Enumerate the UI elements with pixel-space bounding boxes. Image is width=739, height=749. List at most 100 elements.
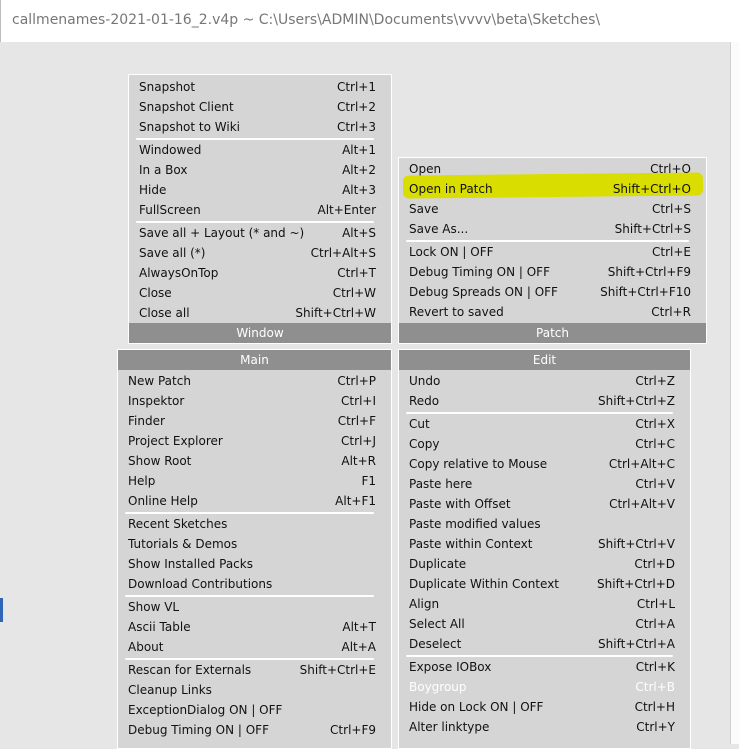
menu-item-label: Debug Timing ON | OFF xyxy=(128,723,269,737)
menu-item-copy[interactable]: Copy Ctrl+C xyxy=(399,434,690,454)
menu-item-about[interactable]: About Alt+A xyxy=(118,637,391,657)
main-menu-title[interactable]: Main xyxy=(118,350,391,370)
background-window-sliver xyxy=(0,598,3,622)
menu-item-shortcut: Ctrl+Alt+S xyxy=(310,246,376,260)
menu-item-shortcut: Shift+Ctrl+D xyxy=(597,577,675,591)
menu-item-duplicate[interactable]: Duplicate Ctrl+D xyxy=(399,554,690,574)
menu-item-label: Cleanup Links xyxy=(128,683,212,697)
menu-item-new-patch[interactable]: New Patch Ctrl+P xyxy=(118,371,391,391)
menu-item-recent-sketches[interactable]: Recent Sketches xyxy=(118,514,391,534)
menu-item-shortcut: Ctrl+I xyxy=(341,394,376,408)
menu-item-windowed[interactable]: Windowed Alt+1 xyxy=(129,140,391,160)
menu-item-duplicate-context[interactable]: Duplicate Within Context Shift+Ctrl+D xyxy=(399,574,690,594)
menu-item-revert[interactable]: Revert to saved Ctrl+R xyxy=(399,302,706,322)
menu-item-shortcut: Ctrl+J xyxy=(341,434,376,448)
menu-item-download-contributions[interactable]: Download Contributions xyxy=(118,574,391,594)
menu-item-debug-timing[interactable]: Debug Timing ON | OFF Shift+Ctrl+F9 xyxy=(399,262,706,282)
menu-item-help[interactable]: Help F1 xyxy=(118,471,391,491)
menu-item-shortcut: Ctrl+W xyxy=(332,286,376,300)
menu-item-snapshot[interactable]: Snapshot Ctrl+1 xyxy=(129,77,391,97)
menu-item-align[interactable]: Align Ctrl+L xyxy=(399,594,690,614)
menu-item-finder[interactable]: Finder Ctrl+F xyxy=(118,411,391,431)
menu-item-shortcut: Ctrl+X xyxy=(635,417,675,431)
menu-item-label: Open xyxy=(409,162,442,176)
menu-item-undo[interactable]: Undo Ctrl+Z xyxy=(399,371,690,391)
menu-item-label: Snapshot to Wiki xyxy=(139,120,240,134)
menu-item-label: ExceptionDialog ON | OFF xyxy=(128,703,283,717)
menu-item-select-all[interactable]: Select All Ctrl+A xyxy=(399,614,690,634)
menu-item-shortcut: Ctrl+3 xyxy=(336,120,376,134)
menu-item-expose-iobox[interactable]: Expose IOBox Ctrl+K xyxy=(399,657,690,677)
menu-item-label: Online Help xyxy=(128,494,198,508)
menu-item-exception-dialog[interactable]: ExceptionDialog ON | OFF xyxy=(118,700,391,720)
menu-item-shortcut: Ctrl+C xyxy=(635,437,675,451)
menu-item-label: Snapshot Client xyxy=(139,100,234,114)
menu-item-label: Close all xyxy=(139,306,190,320)
menu-item-label: Paste within Context xyxy=(409,537,533,551)
menu-item-show-installed-packs[interactable]: Show Installed Packs xyxy=(118,554,391,574)
menu-item-redo[interactable]: Redo Shift+Ctrl+Z xyxy=(399,391,690,411)
menu-item-open-in-patch[interactable]: Open in Patch Shift+Ctrl+O xyxy=(399,179,706,199)
menu-item-lock[interactable]: Lock ON | OFF Ctrl+E xyxy=(399,242,706,262)
window-menu-title[interactable]: Window xyxy=(129,323,391,343)
menu-item-shortcut: Ctrl+Z xyxy=(635,374,675,388)
menu-item-cut[interactable]: Cut Ctrl+X xyxy=(399,414,690,434)
menu-item-label: Alter linktype xyxy=(409,720,490,734)
menu-item-paste-context[interactable]: Paste within Context Shift+Ctrl+V xyxy=(399,534,690,554)
menu-item-shortcut: Ctrl+B xyxy=(635,680,675,694)
menu-item-cleanup-links[interactable]: Cleanup Links xyxy=(118,680,391,700)
menu-item-inspektor[interactable]: Inspektor Ctrl+I xyxy=(118,391,391,411)
menu-item-debug-timing-main[interactable]: Debug Timing ON | OFF Ctrl+F9 xyxy=(118,720,391,740)
menu-item-save[interactable]: Save Ctrl+S xyxy=(399,199,706,219)
menu-item-deselect[interactable]: Deselect Shift+Ctrl+A xyxy=(399,634,690,654)
menu-item-copy-relative[interactable]: Copy relative to Mouse Ctrl+Alt+C xyxy=(399,454,690,474)
menu-item-paste-offset[interactable]: Paste with Offset Ctrl+Alt+V xyxy=(399,494,690,514)
menu-item-tutorials-demos[interactable]: Tutorials & Demos xyxy=(118,534,391,554)
menu-item-save-all[interactable]: Save all (*) Ctrl+Alt+S xyxy=(129,243,391,263)
menu-item-label: Project Explorer xyxy=(128,434,223,448)
menu-item-close-all[interactable]: Close all Shift+Ctrl+W xyxy=(129,303,391,323)
menu-item-show-root[interactable]: Show Root Alt+R xyxy=(118,451,391,471)
window-menu: Snapshot Ctrl+1 Snapshot Client Ctrl+2 Sna… xyxy=(128,74,392,344)
menu-item-paste-here[interactable]: Paste here Ctrl+V xyxy=(399,474,690,494)
menu-item-ascii-table[interactable]: Ascii Table Alt+T xyxy=(118,617,391,637)
menu-item-label: Revert to saved xyxy=(409,305,504,319)
menu-item-rescan-externals[interactable]: Rescan for Externals Shift+Ctrl+E xyxy=(118,660,391,680)
menu-item-snapshot-to-wiki[interactable]: Snapshot to Wiki Ctrl+3 xyxy=(129,117,391,137)
menu-item-hide[interactable]: Hide Alt+3 xyxy=(129,180,391,200)
menu-item-shortcut: Alt+A xyxy=(341,640,376,654)
menu-item-label: Close xyxy=(139,286,172,300)
menu-item-debug-spreads[interactable]: Debug Spreads ON | OFF Shift+Ctrl+F10 xyxy=(399,282,706,302)
menu-item-snapshot-client[interactable]: Snapshot Client Ctrl+2 xyxy=(129,97,391,117)
menu-item-shortcut: Alt+S xyxy=(342,226,376,240)
menu-item-alter-linktype[interactable]: Alter linktype Ctrl+Y xyxy=(399,717,690,737)
menu-item-project-explorer[interactable]: Project Explorer Ctrl+J xyxy=(118,431,391,451)
menu-item-save-as[interactable]: Save As... Shift+Ctrl+S xyxy=(399,219,706,239)
menu-item-label: Inspektor xyxy=(128,394,185,408)
menu-item-shortcut: Ctrl+S xyxy=(651,202,691,216)
menu-item-shortcut: Shift+Ctrl+A xyxy=(598,637,675,651)
menu-item-in-a-box[interactable]: In a Box Alt+2 xyxy=(129,160,391,180)
menu-item-paste-modified[interactable]: Paste modified values xyxy=(399,514,690,534)
menu-item-show-vl[interactable]: Show VL xyxy=(118,597,391,617)
menu-item-label: Debug Timing ON | OFF xyxy=(409,265,550,279)
menu-item-shortcut: Ctrl+R xyxy=(651,305,691,319)
menu-item-shortcut: Alt+2 xyxy=(342,163,376,177)
menu-item-save-all-layout[interactable]: Save all + Layout (* and ~) Alt+S xyxy=(129,223,391,243)
menu-item-fullscreen[interactable]: FullScreen Alt+Enter xyxy=(129,200,391,220)
menu-item-label: AlwaysOnTop xyxy=(139,266,219,280)
menu-item-shortcut: Alt+Enter xyxy=(317,203,376,217)
menu-item-always-on-top[interactable]: AlwaysOnTop Ctrl+T xyxy=(129,263,391,283)
patch-menu-title[interactable]: Patch xyxy=(399,323,706,343)
menu-item-label: In a Box xyxy=(139,163,188,177)
menu-item-hide-on-lock[interactable]: Hide on Lock ON | OFF Ctrl+H xyxy=(399,697,690,717)
menu-item-online-help[interactable]: Online Help Alt+F1 xyxy=(118,491,391,511)
menu-item-shortcut: Shift+Ctrl+E xyxy=(299,663,376,677)
menu-item-label: Align xyxy=(409,597,440,611)
menu-item-close[interactable]: Close Ctrl+W xyxy=(129,283,391,303)
menu-item-open[interactable]: Open Ctrl+O xyxy=(399,159,706,179)
menu-item-shortcut: Alt+1 xyxy=(342,143,376,157)
menu-item-label: Duplicate xyxy=(409,557,467,571)
edit-menu-title[interactable]: Edit xyxy=(399,350,690,370)
window-edge xyxy=(730,42,739,744)
